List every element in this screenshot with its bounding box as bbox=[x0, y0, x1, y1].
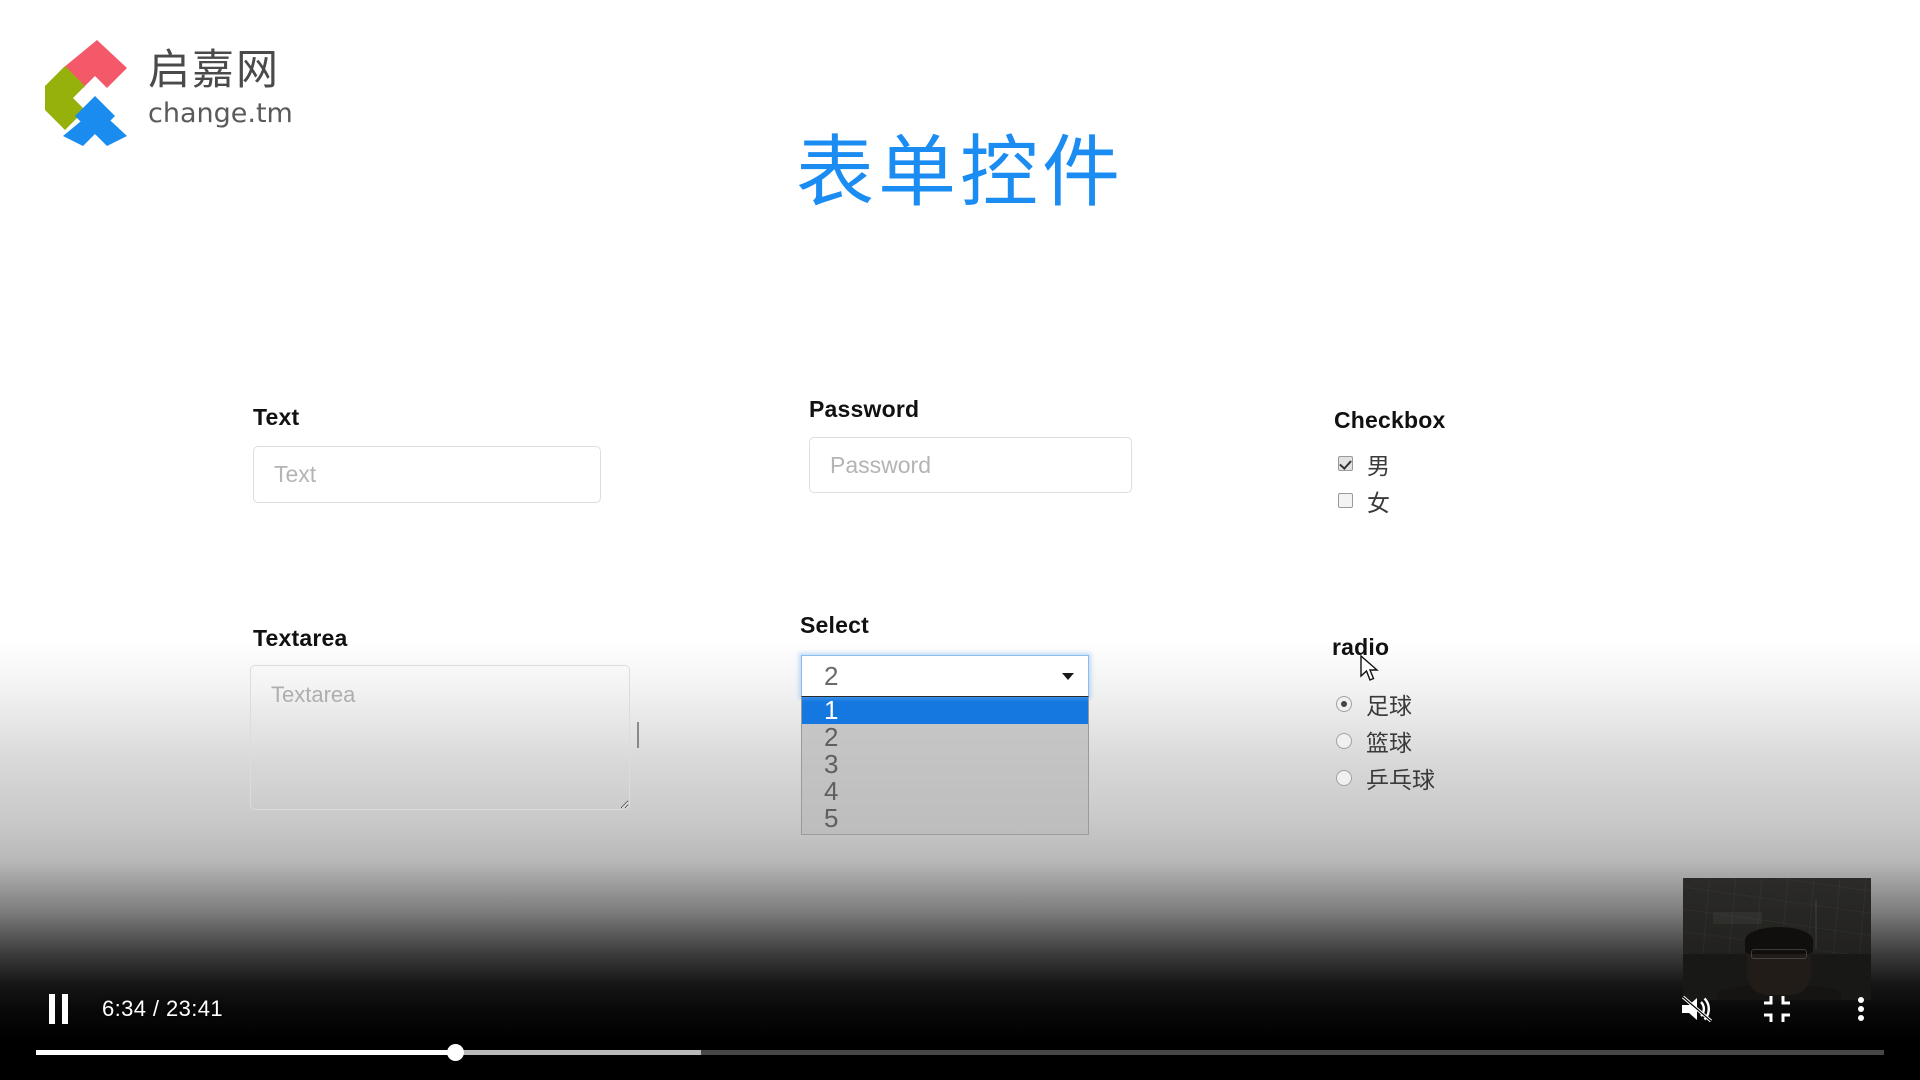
text-caret-icon bbox=[637, 722, 639, 748]
more-vertical-icon[interactable] bbox=[1836, 984, 1886, 1034]
text-input[interactable] bbox=[253, 446, 601, 503]
select-option[interactable]: 5 bbox=[802, 805, 1088, 832]
select-selected-value: 2 bbox=[824, 660, 839, 691]
radio-selected-icon[interactable] bbox=[1336, 695, 1352, 712]
checkbox-option-male[interactable]: 男 bbox=[1338, 445, 1390, 482]
checkbox-checked-icon[interactable] bbox=[1338, 456, 1353, 471]
textarea-field-label: Textarea bbox=[253, 625, 348, 651]
checkbox-option-female[interactable]: 女 bbox=[1338, 482, 1390, 519]
radio-unselected-icon[interactable] bbox=[1336, 769, 1352, 786]
checkbox-group: 男 女 bbox=[1338, 445, 1390, 519]
radio-option-label: 乒乓球 bbox=[1366, 767, 1435, 794]
select-option[interactable]: 3 bbox=[802, 751, 1088, 778]
radio-option-pingpong[interactable]: 乒乓球 bbox=[1336, 759, 1435, 796]
video-player: 启嘉网 change.tm 表单控件 Text Password Checkbo… bbox=[0, 0, 1920, 1080]
select-field-label: Select bbox=[800, 612, 869, 638]
password-field-label: Password bbox=[809, 396, 920, 422]
logo-latin-name: change.tm bbox=[148, 98, 293, 129]
radio-group: 足球 篮球 乒乓球 bbox=[1336, 685, 1435, 796]
page-title: 表单控件 bbox=[795, 128, 1124, 218]
checkbox-option-label: 女 bbox=[1367, 490, 1390, 517]
radio-option-football[interactable]: 足球 bbox=[1336, 685, 1435, 722]
logo-chinese-name: 启嘉网 bbox=[148, 45, 281, 94]
more-dot bbox=[1858, 1006, 1864, 1012]
pause-bar-left bbox=[48, 994, 55, 1024]
radio-option-label: 足球 bbox=[1366, 693, 1412, 720]
text-field-label: Text bbox=[253, 404, 300, 430]
password-input[interactable] bbox=[809, 437, 1132, 493]
checkbox-unchecked-icon[interactable] bbox=[1338, 493, 1353, 508]
textarea-input[interactable] bbox=[250, 665, 630, 810]
mouse-pointer-icon bbox=[1360, 655, 1379, 681]
chevron-down-icon bbox=[1062, 672, 1074, 680]
logo-wordmark: 启嘉网 change.tm bbox=[148, 46, 338, 130]
radio-option-basketball[interactable]: 篮球 bbox=[1336, 722, 1435, 759]
time-display: 6:34 / 23:41 bbox=[102, 996, 224, 1021]
progress-bar[interactable] bbox=[36, 1044, 1884, 1061]
select-dropdown[interactable]: 2 1 2 3 4 5 bbox=[801, 655, 1089, 835]
checkbox-group-label: Checkbox bbox=[1334, 407, 1446, 433]
more-dot bbox=[1858, 997, 1864, 1003]
select-closed-display[interactable]: 2 bbox=[801, 655, 1089, 697]
progress-played bbox=[36, 1050, 456, 1055]
exit-fullscreen-icon[interactable] bbox=[1752, 984, 1802, 1034]
more-dot bbox=[1858, 1015, 1864, 1021]
pause-bar-right bbox=[61, 994, 68, 1024]
shared-screen-content: 启嘉网 change.tm 表单控件 Text Password Checkbo… bbox=[0, 0, 1920, 1080]
volume-muted-icon[interactable] bbox=[1672, 984, 1722, 1034]
radio-option-label: 篮球 bbox=[1366, 730, 1412, 757]
select-option-list[interactable]: 1 2 3 4 5 bbox=[801, 697, 1089, 835]
pause-icon[interactable] bbox=[36, 987, 80, 1031]
radio-unselected-icon[interactable] bbox=[1336, 732, 1352, 749]
checkbox-option-label: 男 bbox=[1367, 453, 1390, 480]
player-controls: 6:34 / 23:41 bbox=[0, 978, 1920, 1040]
select-option[interactable]: 4 bbox=[802, 778, 1088, 805]
select-option[interactable]: 1 bbox=[802, 697, 1088, 724]
select-option[interactable]: 2 bbox=[802, 724, 1088, 751]
